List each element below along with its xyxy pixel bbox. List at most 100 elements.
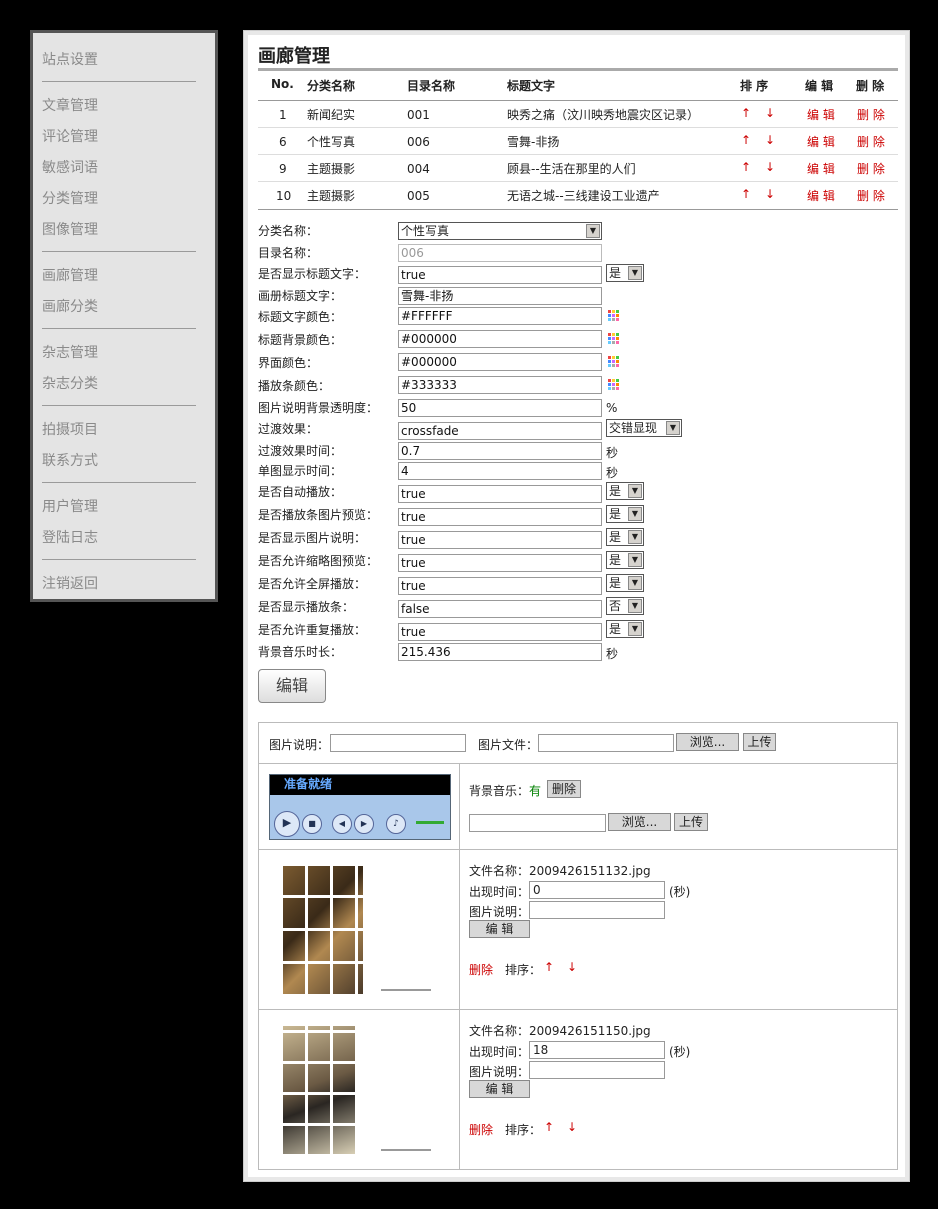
file-input[interactable] — [538, 734, 674, 752]
caption-label: 图片说明： — [469, 1065, 530, 1079]
media-player[interactable]: 准备就绪 ▶ ■ ◀ ▶ ♪ — [269, 774, 451, 840]
sidebar-item-login-log[interactable]: 登陆日志 — [42, 527, 98, 547]
fullscreen-field[interactable]: true — [398, 577, 602, 595]
delete-music-button[interactable]: 删除 — [547, 780, 581, 798]
sidebar-item-magazines[interactable]: 杂志管理 — [42, 342, 98, 362]
repeat-field[interactable]: true — [398, 623, 602, 641]
show-title-field[interactable]: true — [398, 266, 602, 284]
transition-field[interactable]: crossfade — [398, 422, 602, 440]
next-icon[interactable]: ▶ — [354, 814, 374, 834]
previous-icon[interactable]: ◀ — [332, 814, 352, 834]
edit-image-button[interactable]: 编 辑 — [469, 920, 530, 938]
sort-up-arrow-icon[interactable]: ↑ — [741, 187, 751, 201]
sidebar-item-gallery-categories[interactable]: 画廊分类 — [42, 296, 98, 316]
upload-button[interactable]: 上传 — [743, 733, 776, 751]
sort-down-arrow-icon[interactable]: ↓ — [765, 133, 775, 147]
show-bar-select[interactable]: 否 ▼ — [606, 597, 644, 615]
edit-link[interactable]: 编 辑 — [807, 160, 835, 177]
caption-alpha-field[interactable]: 50 — [398, 399, 602, 417]
show-bar-field[interactable]: false — [398, 600, 602, 618]
chevron-down-icon: ▼ — [628, 507, 642, 521]
delete-link[interactable]: 删 除 — [857, 106, 885, 123]
bar-preview-select[interactable]: 是 ▼ — [606, 505, 644, 523]
single-time-field[interactable]: 4 — [398, 462, 602, 480]
play-icon[interactable]: ▶ — [274, 811, 300, 837]
sidebar-item-magazine-categories[interactable]: 杂志分类 — [42, 373, 98, 393]
sidebar-item-sensitive-words[interactable]: 敏感词语 — [42, 157, 98, 177]
show-caption-select[interactable]: 是 ▼ — [606, 528, 644, 546]
title-color-label: 标题文字颜色： — [258, 310, 343, 324]
sort-down-arrow-icon[interactable]: ↓ — [567, 960, 577, 974]
sidebar-item-categories[interactable]: 分类管理 — [42, 188, 98, 208]
repeat-select[interactable]: 是 ▼ — [606, 620, 644, 638]
edit-link[interactable]: 编 辑 — [807, 187, 835, 204]
color-picker-icon[interactable] — [608, 356, 620, 368]
autoplay-select[interactable]: 是 ▼ — [606, 482, 644, 500]
ui-color-field[interactable]: #000000 — [398, 353, 602, 371]
thumb-preview-field[interactable]: true — [398, 554, 602, 572]
browse-button[interactable]: 浏览... — [676, 733, 739, 751]
music-file-input[interactable] — [469, 814, 606, 832]
browse-music-button[interactable]: 浏览... — [608, 813, 671, 831]
edit-link[interactable]: 编 辑 — [807, 133, 835, 150]
sort-up-arrow-icon[interactable]: ↑ — [544, 960, 554, 974]
color-picker-icon[interactable] — [608, 379, 620, 391]
transition-select[interactable]: 交错显现 ▼ — [606, 419, 682, 437]
sidebar-divider — [42, 559, 196, 560]
thumb-preview-select[interactable]: 是 ▼ — [606, 551, 644, 569]
bar-preview-field[interactable]: true — [398, 508, 602, 526]
album-title-label: 画册标题文字： — [258, 289, 343, 303]
sidebar-item-shoot-projects[interactable]: 拍摄项目 — [42, 419, 98, 439]
upload-music-button[interactable]: 上传 — [674, 813, 708, 831]
fullscreen-select[interactable]: 是 ▼ — [606, 574, 644, 592]
filename-label: 文件名称：2009426151132.jpg — [469, 862, 651, 879]
sort-down-arrow-icon[interactable]: ↓ — [765, 106, 775, 120]
delete-link[interactable]: 删 除 — [857, 160, 885, 177]
sort-down-arrow-icon[interactable]: ↓ — [567, 1120, 577, 1134]
show-title-select[interactable]: 是 ▼ — [606, 264, 644, 282]
delete-link[interactable]: 删 除 — [857, 133, 885, 150]
sort-up-arrow-icon[interactable]: ↑ — [741, 106, 751, 120]
sort-down-arrow-icon[interactable]: ↓ — [765, 160, 775, 174]
category-label: 分类名称： — [258, 224, 319, 238]
color-picker-icon[interactable] — [608, 333, 620, 345]
autoplay-field[interactable]: true — [398, 485, 602, 503]
delete-image-link[interactable]: 删除 — [469, 1121, 493, 1138]
edit-image-button[interactable]: 编 辑 — [469, 1080, 530, 1098]
delete-link[interactable]: 删 除 — [857, 187, 885, 204]
music-length-field[interactable]: 215.436 — [398, 643, 602, 661]
sidebar-item-contact[interactable]: 联系方式 — [42, 450, 98, 470]
time-input[interactable]: 0 — [529, 881, 665, 899]
edit-button[interactable]: 编辑 — [258, 669, 326, 703]
time-input[interactable]: 18 — [529, 1041, 665, 1059]
volume-icon[interactable]: ♪ — [386, 814, 406, 834]
select-value: 是 — [609, 622, 622, 636]
color-picker-icon[interactable] — [608, 310, 620, 322]
sidebar-item-articles[interactable]: 文章管理 — [42, 95, 98, 115]
sidebar-item-images[interactable]: 图像管理 — [42, 219, 98, 239]
sort-up-arrow-icon[interactable]: ↑ — [741, 160, 751, 174]
stop-icon[interactable]: ■ — [302, 814, 322, 834]
transition-time-field[interactable]: 0.7 — [398, 442, 602, 460]
caption-input[interactable] — [529, 1061, 665, 1079]
edit-link[interactable]: 编 辑 — [807, 106, 835, 123]
caption-input[interactable] — [330, 734, 466, 752]
sidebar-item-site-settings[interactable]: 站点设置 — [42, 49, 98, 69]
album-title-field[interactable]: 雪舞-非扬 — [398, 287, 602, 305]
title-color-field[interactable]: #FFFFFF — [398, 307, 602, 325]
sidebar-item-logout[interactable]: 注销返回 — [42, 573, 98, 593]
sidebar-item-comments[interactable]: 评论管理 — [42, 126, 98, 146]
ui-color-label: 界面颜色： — [258, 356, 319, 370]
caption-input[interactable] — [529, 901, 665, 919]
title-bg-field[interactable]: #000000 — [398, 330, 602, 348]
category-select[interactable]: 个性写真 ▼ — [398, 222, 602, 240]
sort-down-arrow-icon[interactable]: ↓ — [765, 187, 775, 201]
sidebar-item-gallery[interactable]: 画廊管理 — [42, 265, 98, 285]
show-caption-field[interactable]: true — [398, 531, 602, 549]
sidebar-item-users[interactable]: 用户管理 — [42, 496, 98, 516]
volume-slider[interactable] — [416, 821, 444, 824]
sort-up-arrow-icon[interactable]: ↑ — [741, 133, 751, 147]
bar-color-field[interactable]: #333333 — [398, 376, 602, 394]
delete-image-link[interactable]: 删除 — [469, 961, 493, 978]
sort-up-arrow-icon[interactable]: ↑ — [544, 1120, 554, 1134]
